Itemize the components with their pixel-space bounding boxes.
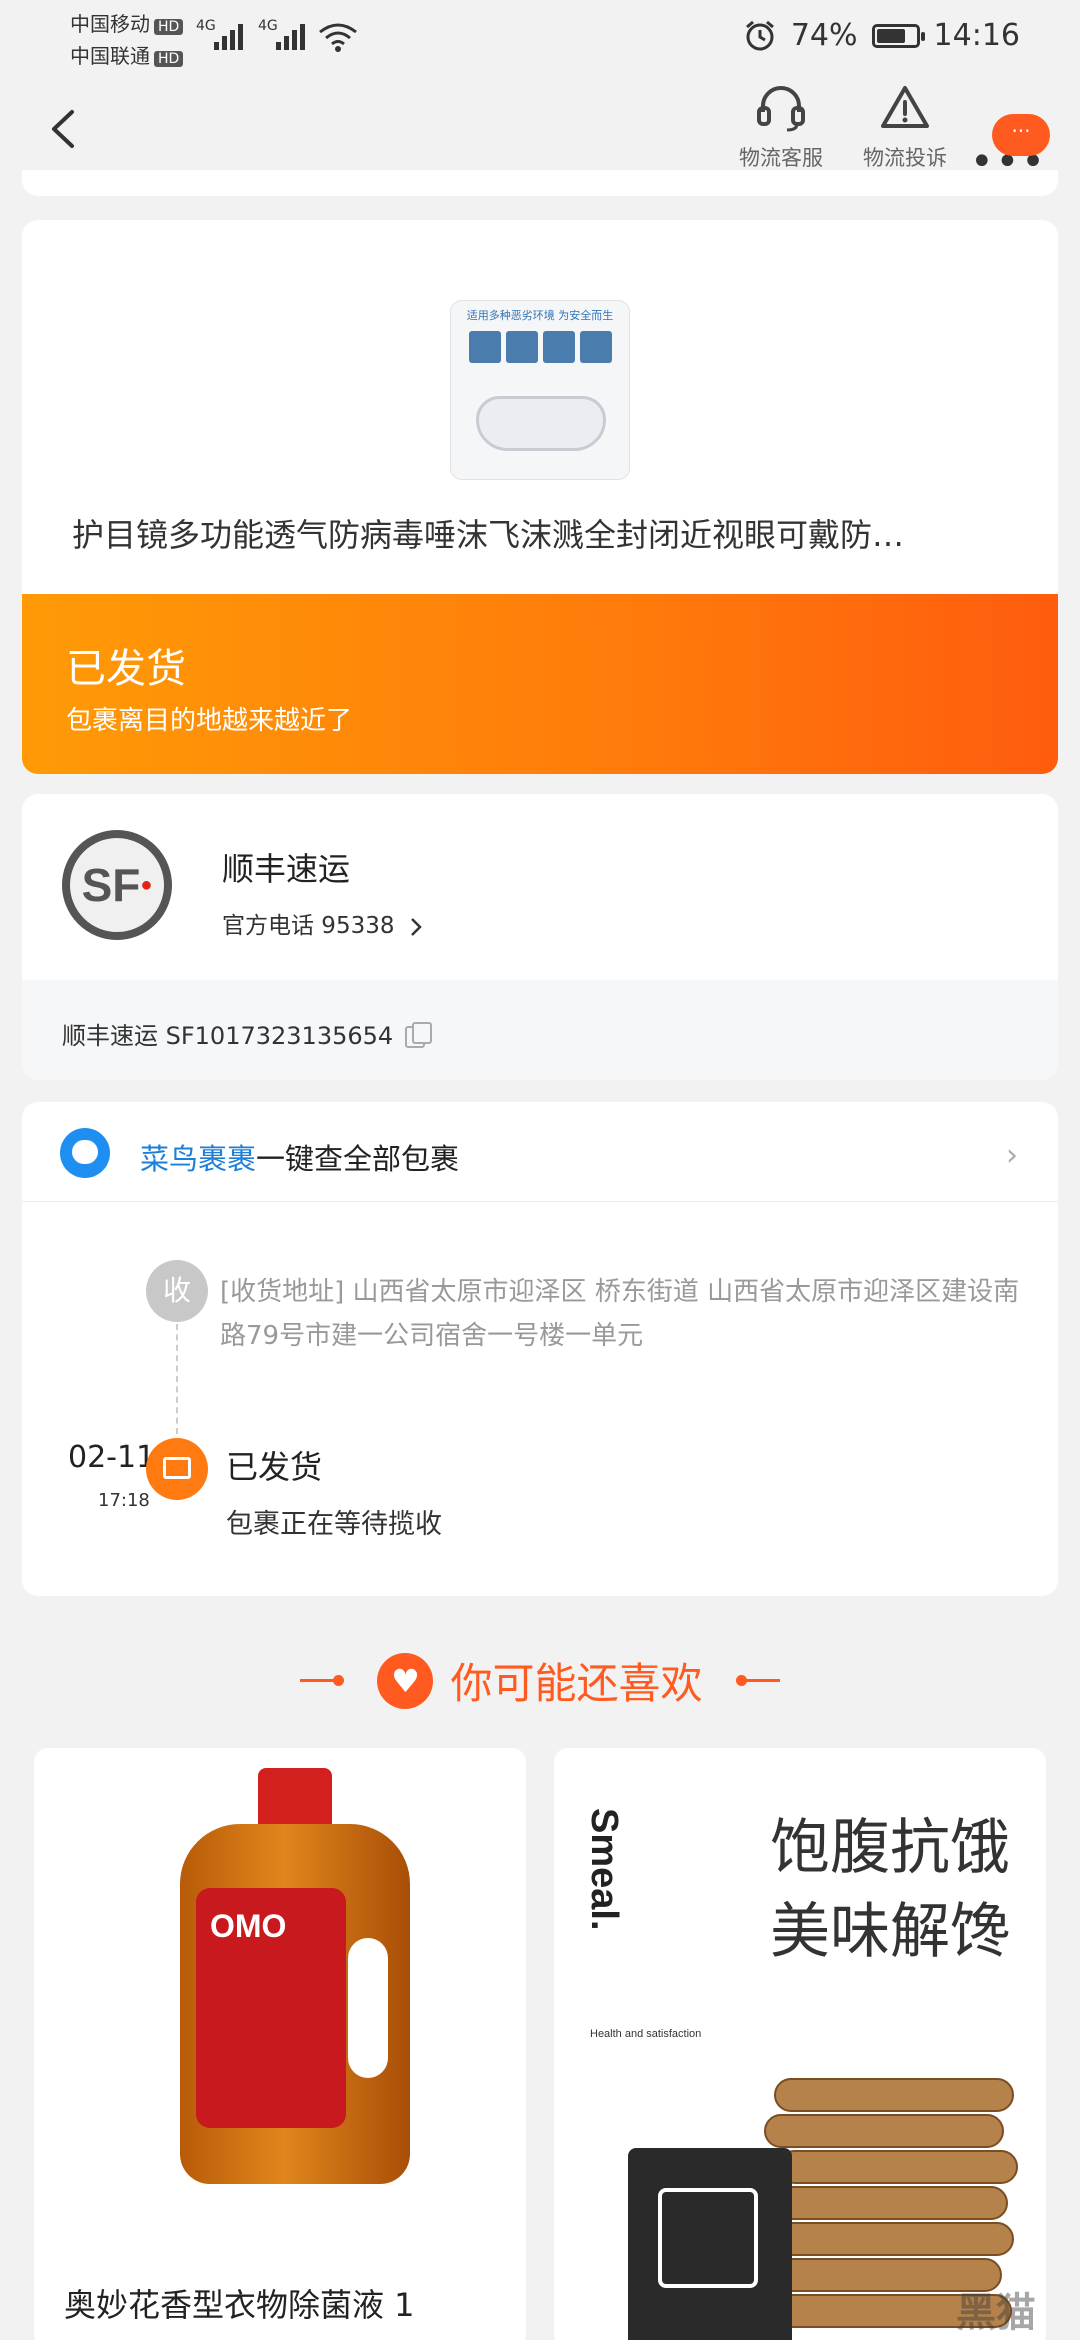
recommend-title: 你可能还喜欢 [450, 1659, 703, 1708]
delivery-address: [收货地址] 山西省太原市迎泽区 桥东街道 山西省太原市迎泽区建设南路79号市建… [220, 1277, 1020, 1351]
product-title: 奥妙花香型衣物除菌液 1 [64, 2286, 415, 2324]
battery-fill [876, 28, 905, 43]
shipping-status-title: 已发货 [66, 646, 186, 692]
product-card[interactable]: 适用多种恶劣环境 为安全而生 护目镜多功能透气防病毒唾沫飞沫溅全封闭近视眼可戴防… [22, 220, 1058, 774]
chevron-right-icon: › [1006, 1138, 1018, 1173]
clock: 14:16 [933, 18, 1020, 53]
copy-icon[interactable] [405, 1022, 433, 1048]
timeline-connector [176, 1324, 178, 1434]
more-badge: ··· [992, 114, 1050, 156]
event-time: 17:18 [98, 1490, 150, 1511]
goggles-image [476, 396, 606, 451]
courier-name: 顺丰速运 [222, 850, 351, 888]
package-logo [658, 2188, 758, 2288]
product-title[interactable]: 护目镜多功能透气防病毒唾沫飞沫溅全封闭近视眼可戴防… [72, 510, 1032, 556]
courier-card: SF ● 顺丰速运 官方电话 95338 顺丰速运 SF1017323135654 [22, 794, 1058, 1080]
carrier-1-label: 中国移动 [70, 12, 150, 36]
cainiao-text: 菜鸟裹裹一键查全部包裹 [140, 1136, 459, 1178]
product-package-image [628, 2148, 792, 2340]
status-bar: 中国移动 HD 中国联通 HD 4G 4G 74% 14:16 [0, 0, 1080, 72]
bottle-handle [348, 1938, 388, 2078]
top-nav: 物流客服 物流投诉 ••• ··· [0, 72, 1080, 182]
signal-icon-1 [214, 20, 243, 50]
product-tagline: Health and satisfaction [590, 2028, 702, 2040]
product-image-banner: 适用多种恶劣环境 为安全而生 [466, 309, 614, 322]
sf-express-logo: SF ● [62, 830, 172, 940]
tracking-timeline-card: 菜鸟裹裹一键查全部包裹 › 收 [收货地址] 山西省太原市迎泽区 桥东街道 山西… [22, 1102, 1058, 1596]
headline-line-2: 美味解馋 [770, 1897, 1010, 1967]
receive-address-icon: 收 [146, 1260, 208, 1322]
courier-phone-label: 官方电话 95338 [222, 913, 395, 939]
event-description: 包裹正在等待揽收 [226, 1509, 442, 1540]
headline-line-1: 饱腹抗饿 [770, 1813, 1010, 1883]
carrier-1: 中国移动 HD [70, 8, 184, 37]
product-image: OMO [180, 1768, 410, 2188]
omo-logo: OMO [210, 1908, 287, 1944]
network-type-2: 4G [258, 18, 278, 34]
cainiao-cta: 一键查全部包裹 [256, 1142, 460, 1176]
chevron-right-icon [410, 917, 422, 936]
battery-icon [871, 23, 925, 48]
product-image-tiles [451, 331, 629, 363]
event-title: 已发货 [226, 1448, 323, 1486]
product-headline: 饱腹抗饿 美味解馋 [770, 1806, 1010, 1974]
heart-icon: ♥ [377, 1652, 434, 1709]
divider-right [735, 1675, 780, 1686]
headset-icon [757, 86, 805, 132]
logistics-complaint-button[interactable]: 物流投诉 [850, 82, 960, 172]
cainiao-link[interactable]: 菜鸟裹裹一键查全部包裹 › [22, 1102, 1058, 1202]
sf-logo-text: SF [81, 859, 141, 911]
event-date: 02-11 [68, 1440, 156, 1475]
logistics-service-button[interactable]: 物流客服 [726, 82, 836, 172]
cainiao-brand: 菜鸟裹裹 [140, 1142, 257, 1176]
bottle-cap [258, 1768, 332, 1830]
status-right: 74% 14:16 [743, 18, 1020, 53]
signal-icon-2 [276, 20, 305, 50]
tracking-number-row: 顺丰速运 SF1017323135654 [22, 980, 1058, 1080]
carrier-2: 中国联通 HD [70, 40, 184, 69]
hd-badge: HD [154, 51, 184, 67]
alarm-icon [745, 20, 774, 50]
watermark: 黑猫 [956, 2291, 1036, 2335]
recommend-header: ♥ 你可能还喜欢 [0, 1650, 1080, 1730]
back-arrow-icon[interactable] [40, 104, 90, 154]
product-image[interactable]: 适用多种恶劣环境 为安全而生 [450, 300, 630, 480]
shipping-status-subtitle: 包裹离目的地越来越近了 [66, 706, 353, 736]
shipping-status-banner: 已发货 包裹离目的地越来越近了 [22, 594, 1058, 774]
recommended-product-card[interactable]: Smeal. 饱腹抗饿 美味解馋 Health and satisfaction… [554, 1748, 1046, 2340]
carrier-2-label: 中国联通 [70, 44, 150, 68]
previous-card-edge [22, 170, 1058, 196]
tracking-number: 顺丰速运 SF1017323135654 [62, 1022, 394, 1050]
wifi-icon [319, 23, 357, 52]
logistics-complaint-label: 物流投诉 [863, 146, 947, 170]
network-type-1: 4G [196, 18, 216, 34]
logistics-service-label: 物流客服 [739, 146, 823, 170]
warning-icon [881, 86, 929, 128]
smeal-brand: Smeal. [583, 1808, 625, 1931]
cainiao-logo-icon [60, 1128, 110, 1178]
courier-phone-link[interactable]: 官方电话 95338 [222, 906, 424, 940]
battery-percent: 74% [790, 18, 858, 53]
tracking-number-wrap: 顺丰速运 SF1017323135654 [62, 1016, 433, 1051]
hd-badge: HD [154, 19, 184, 35]
shipped-icon [146, 1438, 208, 1500]
recommended-product-card[interactable]: OMO 奥妙花香型衣物除菌液 1 [34, 1748, 526, 2340]
divider-left [300, 1675, 345, 1686]
